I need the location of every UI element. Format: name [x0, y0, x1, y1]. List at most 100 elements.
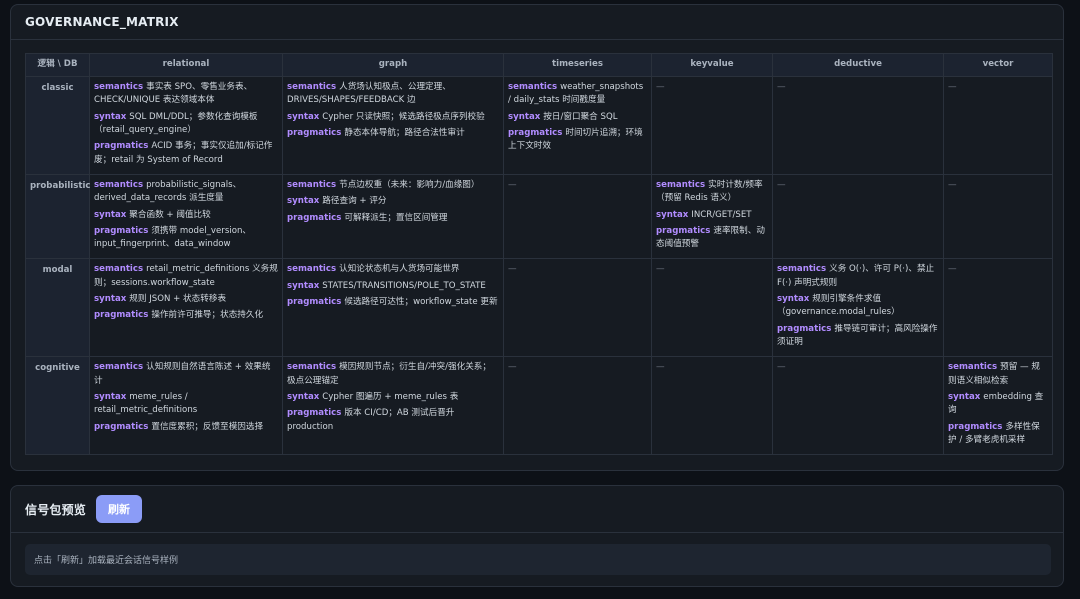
entry-text: Cypher 图遍历 + meme_rules 表: [322, 391, 459, 402]
governance-matrix-panel: GOVERNANCE_MATRIX 逻辑 \ DB relational grap…: [10, 4, 1064, 471]
entry-key: semantics: [777, 264, 827, 275]
signal-preview-panel: 信号包预览 刷新 点击「刷新」加载最近会话信号样例: [10, 485, 1064, 587]
cell-entry-syntax: syntax 聚合函数 + 阈值比较: [94, 209, 278, 222]
cell-entry-syntax: syntax 规则 JSON + 状态转移表: [94, 293, 278, 306]
matrix-cell-modal-timeseries: —: [503, 258, 652, 358]
corner-header: 逻辑 \ DB: [25, 53, 90, 77]
matrix-cell-probabilistic-timeseries: —: [503, 173, 652, 260]
cell-entry-semantics: semantics probabilistic_signals、derived_d…: [94, 179, 278, 206]
entry-text: 规则 JSON + 状态转移表: [129, 294, 227, 305]
matrix-cell-probabilistic-relational: semantics probabilistic_signals、derived_d…: [89, 173, 283, 260]
matrix-header-row: 逻辑 \ DB relational graph timeseries keyvalu…: [25, 53, 1053, 77]
empty-cell-dash: —: [948, 264, 957, 275]
entry-key: semantics: [508, 82, 558, 92]
matrix-cell-classic-keyvalue: —: [651, 76, 773, 175]
empty-cell-dash: —: [777, 82, 786, 92]
column-header-keyvalue: keyvalue: [651, 53, 773, 77]
cell-entry-syntax: syntax INCR/GET/SET: [656, 209, 768, 222]
matrix-cell-probabilistic-vector: —: [943, 173, 1053, 260]
cell-entry-semantics: semantics 认知论状态机与人货场可能世界: [287, 263, 499, 276]
entry-key: pragmatics: [94, 310, 149, 321]
empty-cell-dash: —: [656, 82, 665, 92]
governance-matrix-table: 逻辑 \ DB relational graph timeseries keyvalu…: [25, 53, 1053, 456]
empty-cell-dash: —: [656, 264, 665, 275]
entry-key: pragmatics: [94, 421, 149, 432]
matrix-cell-modal-keyvalue: —: [651, 258, 773, 358]
cell-entry-syntax: syntax 路径查询 + 评分: [287, 195, 499, 208]
entry-key: semantics: [287, 362, 337, 373]
matrix-cell-modal-vector: —: [943, 258, 1053, 358]
matrix-row-probabilistic: probabilistic semantics probabilistic_sign…: [25, 173, 1053, 260]
entry-key: syntax: [508, 111, 541, 122]
entry-text: 候选路径可达性；workflow_state 更新: [344, 297, 498, 308]
entry-key: syntax: [287, 280, 320, 291]
entry-text: 静态本体导航；路径合法性审计: [344, 127, 465, 138]
matrix-cell-classic-deductive: —: [772, 76, 944, 175]
preview-title: 信号包预览: [25, 502, 87, 517]
entry-key: pragmatics: [287, 297, 342, 308]
column-header-graph: graph: [282, 53, 504, 77]
entry-key: pragmatics: [287, 408, 342, 419]
matrix-row-modal: modal semantics retail_metric_definitions …: [25, 258, 1053, 358]
entry-text: 操作前许可推导；状态持久化: [151, 310, 264, 321]
entry-key: semantics: [94, 179, 144, 190]
empty-cell-dash: —: [948, 82, 957, 92]
column-header-timeseries: timeseries: [503, 53, 652, 77]
cell-entry-pragmatics: pragmatics 置信度累积；反馈至模因选择: [94, 421, 278, 434]
entry-key: syntax: [287, 111, 320, 122]
matrix-cell-probabilistic-graph: semantics 节点边权重（未来：影响力/血缘图） syntax 路径查询 + 评…: [282, 173, 504, 260]
entry-text: 按日/窗口聚合 SQL: [543, 111, 618, 122]
column-header-deductive: deductive: [772, 53, 944, 77]
row-label-classic: classic: [25, 76, 90, 175]
empty-cell-dash: —: [948, 179, 957, 190]
cell-entry-syntax: syntax Cypher 图遍历 + meme_rules 表: [287, 391, 499, 404]
entry-text: 聚合函数 + 阈值比较: [129, 209, 211, 220]
matrix-cell-cognitive-graph: semantics 模因规则节点；衍生自/冲突/强化关系；极点公理锚定 syntax…: [282, 356, 504, 456]
matrix-cell-cognitive-keyvalue: —: [651, 356, 773, 456]
cell-entry-semantics: semantics 实时计数/频率（预留 Redis 语义）: [656, 179, 768, 206]
entry-text: 路径查询 + 评分: [322, 196, 387, 207]
cell-entry-pragmatics: pragmatics 推导链可审计；高风险操作须证明: [777, 323, 939, 350]
matrix-cell-cognitive-deductive: —: [772, 356, 944, 456]
cell-entry-semantics: semantics 人货场认知极点、公理定理、DRIVES/SHAPES/FEED…: [287, 81, 499, 108]
entry-key: pragmatics: [948, 421, 1003, 432]
entry-key: pragmatics: [287, 212, 342, 223]
matrix-title: GOVERNANCE_MATRIX: [25, 15, 179, 29]
entry-key: semantics: [94, 82, 144, 92]
empty-cell-dash: —: [508, 362, 517, 373]
matrix-cell-classic-vector: —: [943, 76, 1053, 175]
entry-key: syntax: [287, 196, 320, 207]
entry-text: STATES/TRANSITIONS/POLE_TO_STATE: [322, 280, 486, 291]
entry-key: pragmatics: [94, 225, 149, 236]
preview-hint-text: 点击「刷新」加载最近会话信号样例: [34, 556, 179, 566]
entry-key: semantics: [94, 362, 144, 373]
entry-text: Cypher 只读快照；候选路径极点序列校验: [322, 111, 485, 122]
matrix-cell-modal-deductive: semantics 义务 O(·)、许可 P(·)、禁止 F(·) 声明式规则 sy…: [772, 258, 944, 358]
matrix-cell-classic-timeseries: semantics weather_snapshots / daily_stats…: [503, 76, 652, 175]
matrix-cell-classic-relational: semantics 事实表 SPO、零售业务表、CHECK/UNIQUE 表达领域…: [89, 76, 283, 175]
entry-key: semantics: [94, 264, 144, 275]
cell-entry-pragmatics: pragmatics 候选路径可达性；workflow_state 更新: [287, 296, 499, 309]
matrix-cell-probabilistic-keyvalue: semantics 实时计数/频率（预留 Redis 语义） syntax INCR/…: [651, 173, 773, 260]
entry-key: pragmatics: [287, 127, 342, 138]
cell-entry-syntax: syntax 规则引擎条件求值（governance.modal_rules）: [777, 293, 939, 320]
empty-cell-dash: —: [508, 179, 517, 190]
cell-entry-pragmatics: pragmatics 静态本体导航；路径合法性审计: [287, 127, 499, 140]
entry-key: semantics: [287, 179, 337, 190]
entry-text: 认知论状态机与人货场可能世界: [339, 264, 460, 275]
entry-key: syntax: [94, 111, 127, 122]
cell-entry-syntax: syntax 按日/窗口聚合 SQL: [508, 111, 647, 124]
entry-text: INCR/GET/SET: [691, 209, 752, 220]
cell-entry-semantics: semantics 模因规则节点；衍生自/冲突/强化关系；极点公理锚定: [287, 361, 499, 388]
cell-entry-semantics: semantics weather_snapshots / daily_stats…: [508, 81, 647, 108]
row-label-probabilistic: probabilistic: [25, 173, 91, 260]
entry-key: syntax: [777, 294, 810, 305]
matrix-row-cognitive: cognitive semantics 认知规则自然语言陈述 + 效果统计 synta…: [25, 356, 1053, 456]
cell-entry-pragmatics: pragmatics 时间切片追溯；环境上下文时效: [508, 127, 647, 154]
cell-entry-semantics: semantics 义务 O(·)、许可 P(·)、禁止 F(·) 声明式规则: [777, 263, 939, 290]
matrix-cell-cognitive-timeseries: —: [503, 356, 652, 456]
column-header-vector: vector: [943, 53, 1053, 77]
refresh-button[interactable]: 刷新: [96, 495, 143, 523]
cell-entry-semantics: semantics retail_metric_definitions 义务规则；…: [94, 263, 278, 290]
cell-entry-pragmatics: pragmatics 可解释派生；置信区间管理: [287, 212, 499, 225]
